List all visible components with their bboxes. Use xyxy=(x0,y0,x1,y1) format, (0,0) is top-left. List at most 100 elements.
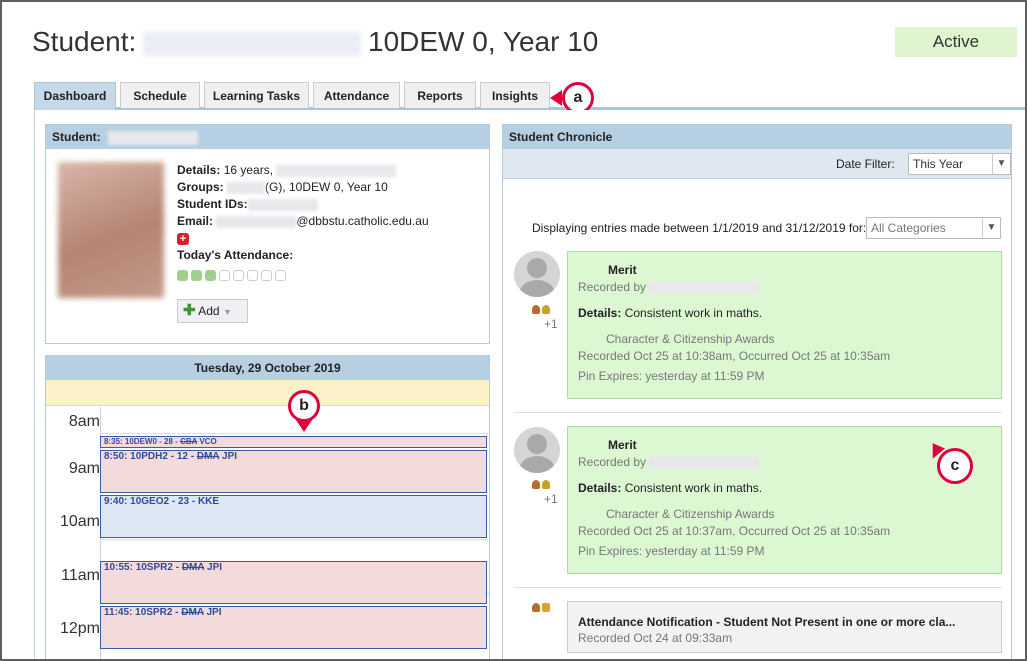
hour-line xyxy=(100,539,489,540)
attendance-period-dot xyxy=(261,270,272,282)
entry-divider xyxy=(514,412,1002,413)
chronicle-panel: Student Chronicle Date Filter: This Year… xyxy=(502,124,1012,659)
attendance-period-dot xyxy=(205,270,216,282)
event-time: 11:45: xyxy=(104,607,133,618)
add-button[interactable]: ✚ Add ▼ xyxy=(177,299,248,323)
entry-avatar xyxy=(514,427,560,473)
dropdown-arrow-icon: ▼ xyxy=(222,307,232,317)
schedule-event-2[interactable]: 8:50: 10PDH2 - 12 - DMA JPI xyxy=(100,450,487,493)
notification-recorded: Recorded Oct 24 at 09:33am xyxy=(578,631,733,645)
medical-row: + xyxy=(177,230,477,247)
tab-reports[interactable]: Reports xyxy=(404,82,476,108)
event-code: 10GEO2 - 23 - KKE xyxy=(130,496,220,507)
chronicle-entry-card[interactable]: Merit Recorded by Details: Consistent wo… xyxy=(567,251,1002,399)
medical-cross-icon[interactable]: + xyxy=(177,232,189,245)
schedule-event-5[interactable]: 11:45: 10SPR2 - DMA JPI xyxy=(100,606,487,649)
entry-divider xyxy=(514,587,1002,588)
staff-people-icon xyxy=(532,303,550,315)
callout-c: c xyxy=(937,448,973,484)
event-teacher: VCO xyxy=(199,437,217,446)
staff-people-icon xyxy=(532,478,550,490)
attendance-dots xyxy=(177,267,477,284)
lock-people-icon xyxy=(532,599,550,617)
details-row: Details: 16 years, xyxy=(177,162,477,179)
event-time: 9:40: xyxy=(104,496,128,507)
event-teacher: JPI xyxy=(222,451,238,462)
redacted-group xyxy=(227,181,266,194)
displaying-text: Displaying entries made between 1/1/2019… xyxy=(532,221,867,235)
hour-10am: 10am xyxy=(59,513,100,530)
entry-category: Character & Citizenship Awards xyxy=(606,332,775,346)
attendance-period-dot xyxy=(233,270,244,282)
tab-schedule[interactable]: Schedule xyxy=(120,82,200,108)
date-filter-bar: Date Filter: This Year ▼ xyxy=(503,149,1011,179)
email-row: Email: @dbbstu.catholic.edu.au xyxy=(177,213,477,230)
entry-title: Merit xyxy=(608,438,637,452)
event-time: 8:50: xyxy=(104,451,128,462)
event-teacher: JPI xyxy=(206,607,222,618)
event-code: 10DEW0 - 28 - xyxy=(124,437,178,446)
redacted-ids xyxy=(247,198,318,211)
attendance-period-dot xyxy=(177,270,188,282)
entry-recorded: Recorded Oct 25 at 10:38am, Occurred Oct… xyxy=(578,349,891,363)
event-code: 10SPR2 - xyxy=(135,562,180,573)
redacted-staff xyxy=(649,281,760,294)
all-day-row xyxy=(46,380,489,406)
plus-icon: ✚ xyxy=(183,302,196,319)
chronicle-header: Student Chronicle xyxy=(503,125,1011,149)
status-badge: Active xyxy=(895,27,1017,57)
entry-details-label: Details: xyxy=(578,481,622,495)
entry-recorded-by: Recorded by xyxy=(578,280,647,294)
hour-8am: 8am xyxy=(68,413,100,430)
entry-pin: Pin Expires: yesterday at 11:59 PM xyxy=(578,369,765,383)
page-title-prefix: Student: xyxy=(32,26,137,57)
hour-line xyxy=(100,433,489,434)
category-value: All Categories xyxy=(871,221,946,235)
callout-a-pointer xyxy=(550,90,562,106)
redacted-student-name xyxy=(143,32,361,56)
callout-b-pointer xyxy=(296,420,312,432)
attendance-notification-card[interactable]: Attendance Notification - Student Not Pr… xyxy=(567,601,1002,653)
tab-attendance[interactable]: Attendance xyxy=(313,82,400,108)
event-code: 10SPR2 - xyxy=(135,607,179,618)
ids-label: Student IDs: xyxy=(177,197,248,211)
category-select[interactable]: All Categories ▼ xyxy=(866,217,1001,239)
schedule-grid: 8am 9am 10am 11am 12pm 8:35: 10DEW0 - 28… xyxy=(46,407,489,659)
entry-recorded: Recorded Oct 25 at 10:37am, Occurred Oct… xyxy=(578,524,891,538)
chronicle-body: Displaying entries made between 1/1/2019… xyxy=(503,179,1011,659)
schedule-event-4[interactable]: 10:55: 10SPR2 - DMA JPI xyxy=(100,561,487,604)
app-window: Student: 10DEW 0, Year 10 Active Dashboa… xyxy=(0,0,1027,661)
attendance-period-dot xyxy=(219,270,230,282)
redacted-staff xyxy=(649,456,760,469)
notification-title: Attendance Notification - Student Not Pr… xyxy=(578,615,956,629)
schedule-panel: Tuesday, 29 October 2019 8am 9am 10am 11… xyxy=(45,355,490,659)
tab-learning-tasks[interactable]: Learning Tasks xyxy=(204,82,309,108)
event-time: 8:35: xyxy=(104,437,123,446)
tab-insights[interactable]: Insights xyxy=(480,82,550,108)
chevron-down-icon: ▼ xyxy=(982,218,1000,238)
dashboard-content: Student: Details: 16 years, Groups: (G),… xyxy=(34,110,1025,659)
email-value: @dbbstu.catholic.edu.au xyxy=(296,214,429,228)
hour-11am: 11am xyxy=(61,567,100,584)
hour-9am: 9am xyxy=(68,460,100,477)
add-label: Add xyxy=(198,304,220,318)
tab-dashboard[interactable]: Dashboard xyxy=(34,82,116,110)
entry-extra-count: +1 xyxy=(544,492,558,506)
event-teacher: JPI xyxy=(207,562,223,573)
entry-pin: Pin Expires: yesterday at 11:59 PM xyxy=(578,544,765,558)
redacted-details xyxy=(276,164,397,177)
student-panel: Student: Details: 16 years, Groups: (G),… xyxy=(45,124,490,344)
schedule-event-1[interactable]: 8:35: 10DEW0 - 28 - CBA VCO xyxy=(100,436,487,448)
attendance-period-dot xyxy=(191,270,202,282)
attendance-row: Today's Attendance: xyxy=(177,247,477,264)
date-filter-label: Date Filter: xyxy=(836,157,895,171)
groups-row: Groups: (G), 10DEW 0, Year 10 xyxy=(177,179,477,196)
schedule-event-3[interactable]: 9:40: 10GEO2 - 23 - KKE xyxy=(100,495,487,538)
details-label: Details: xyxy=(177,163,221,177)
date-filter-select[interactable]: This Year ▼ xyxy=(908,153,1011,175)
student-panel-title: Student: xyxy=(52,130,101,144)
schedule-date: Tuesday, 29 October 2019 xyxy=(46,356,489,380)
details-value: 16 years, xyxy=(223,163,274,177)
event-struck: CBA xyxy=(180,437,198,446)
student-photo xyxy=(58,162,164,298)
